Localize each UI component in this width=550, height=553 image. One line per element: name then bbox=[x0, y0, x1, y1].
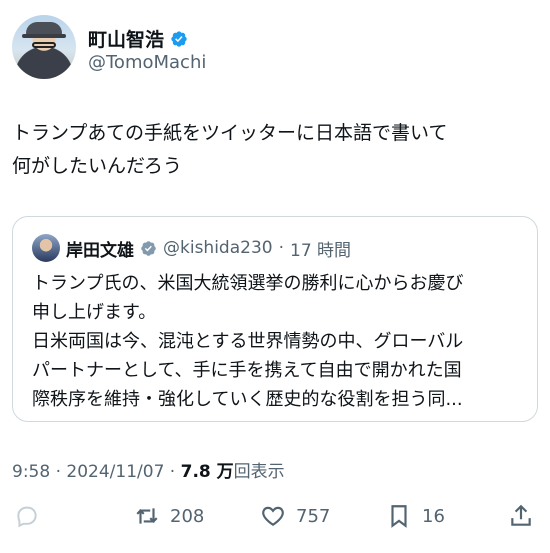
views-count: 7.8 万 bbox=[180, 462, 234, 482]
author-avatar[interactable] bbox=[12, 15, 76, 79]
avatar-hat-brim bbox=[22, 34, 66, 38]
tweet-header: 町山智浩 @TomoMachi bbox=[12, 15, 538, 83]
quote-line: パートナーとして、手に手を携えて自由で開かれた国 bbox=[32, 360, 462, 381]
quote-time: 17 時間 bbox=[290, 240, 352, 261]
quote-line: 申し上げます。 bbox=[32, 302, 157, 323]
retweet-button[interactable]: 208 bbox=[134, 498, 204, 534]
quote-separator: · bbox=[278, 238, 284, 258]
verified-badge-icon bbox=[171, 30, 187, 47]
reply-icon bbox=[17, 506, 37, 528]
heart-icon bbox=[262, 506, 284, 526]
quote-author-handle: @kishida230 bbox=[163, 238, 273, 258]
quote-author-name: 岸田文雄 bbox=[66, 240, 134, 261]
quote-tweet-card[interactable]: 岸田文雄 @kishida230 · 17 時間 トランプ氏の、米国大統領選挙の… bbox=[12, 216, 538, 422]
quote-line: 際秩序を維持・強化していく歴史的な役割を担う同... bbox=[32, 389, 463, 410]
like-count: 757 bbox=[296, 505, 331, 527]
bookmark-icon bbox=[391, 505, 407, 528]
tweet-date[interactable]: 2024/11/07 bbox=[66, 462, 164, 482]
avatar-glasses bbox=[32, 42, 56, 48]
author-display-name[interactable]: 町山智浩 bbox=[88, 25, 164, 52]
retweet-icon bbox=[136, 508, 158, 524]
reply-button[interactable] bbox=[14, 498, 40, 534]
meta-dot: · bbox=[55, 462, 61, 482]
quote-body: トランプ氏の、米国大統領選挙の勝利に心からお慶び 申し上げます。 日米両国は今、… bbox=[32, 269, 522, 414]
verified-gray-badge-icon bbox=[141, 240, 156, 256]
bookmark-button[interactable]: 16 bbox=[386, 498, 445, 534]
author-name-row: 町山智浩 bbox=[88, 25, 188, 52]
like-button[interactable]: 757 bbox=[260, 498, 330, 534]
tweet-meta: 9:58 · 2024/11/07 · 7.8 万回表示 bbox=[12, 457, 285, 482]
retweet-count: 208 bbox=[170, 505, 205, 527]
bookmark-count: 16 bbox=[422, 505, 445, 527]
share-button[interactable] bbox=[508, 498, 534, 534]
quote-header: 岸田文雄 @kishida230 · 17 時間 bbox=[32, 234, 351, 262]
tweet-time[interactable]: 9:58 bbox=[12, 462, 50, 482]
tweet-text: トランプあての手紙をツイッターに日本語で書いて 何がしたいんだろう bbox=[12, 122, 448, 177]
meta-dot: · bbox=[169, 462, 176, 482]
quote-line: 日米両国は今、混沌とする世界情勢の中、グローバル bbox=[32, 331, 464, 352]
quote-line: トランプ氏の、米国大統領選挙の勝利に心からお慶び bbox=[32, 273, 464, 294]
views-label: 回表示 bbox=[233, 462, 285, 482]
action-bar: 208 757 16 bbox=[12, 498, 538, 538]
author-handle[interactable]: @TomoMachi bbox=[88, 52, 206, 73]
quote-author-avatar bbox=[32, 234, 60, 262]
share-icon bbox=[511, 504, 531, 526]
